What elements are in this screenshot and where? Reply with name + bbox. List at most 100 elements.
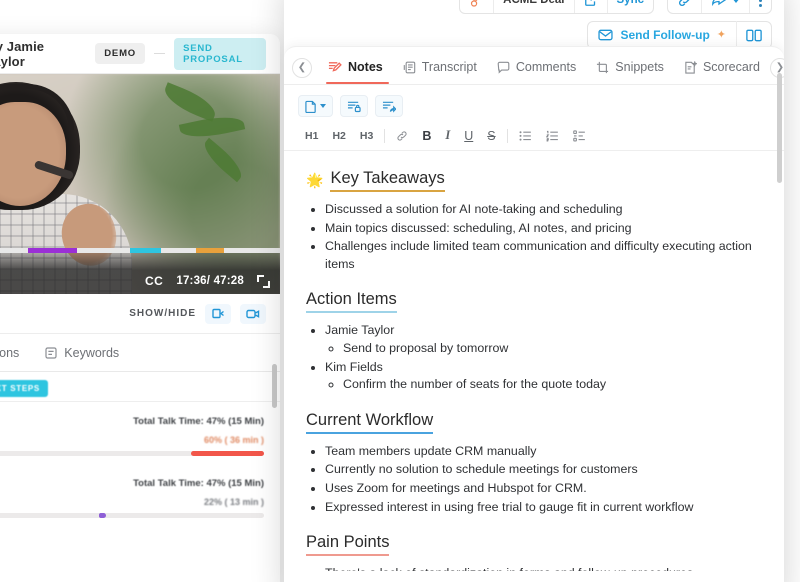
chevron-down-icon[interactable] (732, 0, 740, 3)
template-picker-button[interactable] (298, 95, 333, 117)
notes-primary-toolbar (284, 85, 784, 121)
tab-label: Snippets (615, 60, 664, 74)
tab-comments[interactable]: Comments (487, 51, 586, 84)
sub-tab-questions[interactable]: Questions (0, 346, 19, 360)
chevron-down-icon (320, 104, 326, 108)
comment-bubble-icon (497, 61, 510, 74)
crm-toolbar: ACME Deal Sync (284, 0, 784, 18)
crm-deal-group: ACME Deal Sync (459, 0, 654, 14)
tab-snippets[interactable]: Snippets (586, 51, 674, 84)
crm-deal-name[interactable]: ACME Deal (494, 0, 575, 13)
snippet-crop-icon (596, 61, 609, 74)
talk-time-stats: Total Talk Time: 47% (15 Min) 60% ( 36 mi… (0, 402, 280, 544)
transcript-toggle-icon[interactable] (205, 303, 231, 324)
talk-time-stat: Total Talk Time: 47% (15 Min) 22% ( 13 mi… (0, 478, 264, 518)
chevron-left-icon[interactable]: ❮ (292, 57, 312, 78)
note-section-header: Action Items (306, 290, 760, 314)
sub-tab-label: Keywords (64, 345, 120, 360)
call-type-chip[interactable]: DEMO (95, 43, 145, 64)
note-section: Action Items Jamie TaylorSend to proposal… (306, 290, 760, 393)
sub-tab-label: Questions (0, 345, 20, 360)
topic-tag-row: ...NGNEXT STEPS (0, 372, 280, 402)
talk-time-title: Total Talk Time: 47% (15 Min) (133, 416, 264, 427)
talk-time-stat: Total Talk Time: 47% (15 Min) 60% ( 36 mi… (0, 416, 264, 456)
kebab-menu-icon[interactable] (750, 0, 771, 13)
left-panel-scrollbar[interactable] (272, 364, 277, 408)
topic-tag[interactable]: NEXT STEPS (0, 380, 48, 397)
heading-3-button[interactable]: H3 (353, 126, 380, 146)
shared-note-button[interactable] (375, 95, 403, 117)
note-bullet: There's a lack of standardization in for… (325, 565, 760, 571)
transcript-icon (403, 61, 416, 74)
note-section: Current Workflow Team members update CRM … (306, 411, 760, 516)
closed-captions-button[interactable]: CC (145, 274, 163, 288)
progress-segment (196, 248, 224, 253)
strikethrough-button[interactable]: S (480, 126, 502, 146)
note-sub-bullet: Confirm the number of seats for the quot… (343, 376, 760, 394)
talk-time-fill (191, 451, 264, 456)
split-view-icon[interactable] (737, 21, 771, 49)
send-followup-label: Send Follow-up (620, 28, 710, 42)
bullet-list-button[interactable] (512, 126, 539, 146)
notes-tabs: Notes Transcript Comments Snippets Scorecard (318, 51, 770, 84)
notes-scrollbar[interactable] (777, 73, 782, 183)
private-note-button[interactable] (340, 95, 368, 117)
sub-tab-keywords[interactable]: Keywords (45, 346, 119, 360)
open-external-icon[interactable] (575, 0, 608, 13)
notes-document[interactable]: 🌟 Key Takeaways Discussed a solution for A… (284, 151, 784, 571)
note-bullet: Currently no solution to schedule meetin… (325, 461, 760, 479)
progress-segment (77, 248, 130, 253)
next-step-chip[interactable]: SEND PROPOSAL (174, 37, 267, 70)
notes-card: ❮ Notes Transcript Comments Snippets Scoreca… (284, 46, 784, 582)
note-bullet-list: There's a lack of standardization in for… (306, 565, 760, 571)
call-author: By Jamie Taylor (0, 38, 45, 69)
note-section-title: Pain Points (306, 533, 390, 557)
talk-time-marker (99, 513, 103, 518)
note-bullet: Kim FieldsConfirm the number of seats fo… (325, 359, 760, 394)
fullscreen-icon[interactable] (257, 274, 270, 288)
heading-2-button[interactable]: H2 (325, 126, 352, 146)
talk-time-track (0, 451, 264, 456)
notes-format-toolbar: H1 H2 H3 B I U S (284, 121, 784, 151)
italic-button[interactable]: I (438, 126, 457, 146)
tab-notes[interactable]: Notes (318, 51, 393, 84)
tab-transcript[interactable]: Transcript (393, 51, 487, 84)
notes-tabbar: ❮ Notes Transcript Comments Snippets Scoreca… (284, 47, 784, 85)
call-sub-tabs: Questions Keywords (0, 334, 280, 372)
note-sub-list: Confirm the number of seats for the quot… (325, 376, 760, 394)
note-bullet-list: Jamie TaylorSend to proposal by tomorrow… (306, 322, 760, 393)
video-progress-bar[interactable] (0, 248, 280, 253)
checklist-button[interactable] (566, 126, 593, 146)
note-bullet-list: Discussed a solution for AI note-taking … (306, 201, 760, 273)
progress-segment (161, 248, 196, 253)
underline-button[interactable]: U (457, 126, 480, 146)
note-bullet-list: Team members update CRM manuallyCurrentl… (306, 443, 760, 516)
video-toggle-icon[interactable] (240, 303, 266, 324)
numbered-list-button[interactable] (539, 126, 566, 146)
note-sub-bullet: Send to proposal by tomorrow (343, 340, 760, 358)
send-followup-button[interactable]: Send Follow-up ✦ (588, 21, 737, 49)
heading-1-button[interactable]: H1 (298, 126, 325, 146)
share-arrow-icon[interactable] (702, 0, 750, 13)
sparkle-icon: ✦ (716, 28, 726, 41)
note-section: Pain Points There's a lack of standardiza… (306, 533, 760, 571)
tab-scorecard[interactable]: Scorecard (674, 51, 770, 84)
link-icon[interactable] (668, 0, 702, 13)
note-section-title: Action Items (306, 290, 397, 314)
link-button[interactable] (389, 126, 415, 146)
screenshot-root: 5 By Jamie Taylor DEMO SEND PROPOSAL (0, 0, 800, 582)
call-header: 5 By Jamie Taylor DEMO SEND PROPOSAL (0, 34, 280, 74)
send-followup-group: Send Follow-up ✦ (587, 21, 772, 49)
note-bullet: Jamie TaylorSend to proposal by tomorrow (325, 322, 760, 357)
crm-sync-button[interactable]: Sync (608, 0, 654, 13)
video-current-time: 17:36/ (176, 275, 211, 287)
share-group (667, 0, 772, 14)
scorecard-icon (684, 60, 697, 74)
notes-pencil-icon (328, 60, 342, 74)
video-total-time: 47:28 (213, 275, 244, 287)
notes-panel: ACME Deal Sync Send Follow-up ✦ ❮ Notes … (284, 0, 784, 582)
bold-button[interactable]: B (415, 126, 438, 146)
video-player[interactable]: CC 17:36/ 47:28 (0, 74, 280, 294)
progress-segment (28, 248, 77, 253)
hubspot-sprocket-icon (460, 0, 495, 13)
